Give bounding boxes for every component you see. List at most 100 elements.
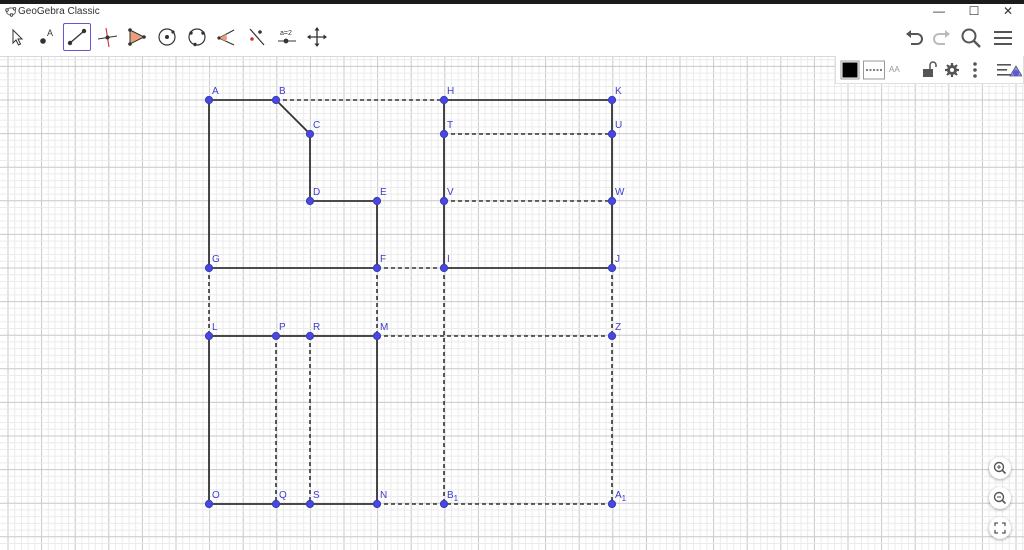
point-label-S: S — [313, 490, 320, 501]
circle-center-point-tool-icon — [158, 28, 176, 46]
point-label-Q: Q — [279, 490, 287, 501]
point-label-B_1: B1 — [447, 490, 459, 503]
point-label-T: T — [447, 120, 453, 131]
point-S[interactable] — [305, 499, 315, 509]
search-button[interactable] — [958, 25, 984, 51]
angle-tool-icon — [217, 29, 235, 46]
point-J[interactable] — [607, 263, 617, 273]
redo-button[interactable] — [928, 25, 954, 51]
point-label-E: E — [380, 187, 387, 198]
title-bar: GeoGebra Classic — ☐ ✕ — [0, 4, 1024, 20]
slider-tool[interactable]: a=2 — [273, 23, 301, 51]
point-B_1[interactable] — [439, 499, 449, 509]
point-W[interactable] — [607, 196, 617, 206]
graphics-canvas[interactable]: A B C D E F G H I J K L M N O P Q R S T U V W Z A1 B1 — [0, 57, 1024, 550]
slider-tool-label: a=2 — [280, 30, 292, 37]
lock-button[interactable] — [920, 60, 938, 80]
perpendicular-line-tool-icon — [97, 27, 118, 48]
point-G[interactable] — [204, 263, 214, 273]
angle-tool[interactable] — [213, 23, 241, 51]
polygon-tool[interactable] — [123, 23, 151, 51]
circle-center-point-tool[interactable] — [153, 23, 181, 51]
maximize-button[interactable]: ☐ — [959, 4, 989, 20]
point-label-J: J — [615, 254, 620, 265]
slider-tool-icon: a=2 — [278, 30, 296, 44]
point-B[interactable] — [271, 95, 281, 105]
point-label-P: P — [279, 322, 286, 333]
segment-tool-icon — [67, 28, 87, 46]
redo-icon — [933, 30, 950, 45]
point-Z[interactable] — [607, 331, 617, 341]
point-P[interactable] — [271, 331, 281, 341]
point-label-W: W — [615, 187, 625, 198]
point-R[interactable] — [305, 331, 315, 341]
undo-button[interactable] — [902, 25, 928, 51]
point-label-C: C — [313, 120, 320, 131]
zoom-in-icon — [993, 461, 1007, 475]
segment-BC — [275, 99, 311, 135]
main-menu-button[interactable] — [990, 25, 1016, 51]
fullscreen-button[interactable] — [989, 517, 1011, 539]
move-tool[interactable] — [3, 23, 31, 51]
zoom-out-icon — [993, 491, 1007, 505]
point-label-O: O — [212, 490, 220, 501]
minimize-button[interactable]: — — [924, 4, 954, 20]
point-label-R: R — [313, 322, 320, 333]
point-F[interactable] — [372, 263, 382, 273]
settings-button[interactable] — [943, 60, 961, 80]
point-N[interactable] — [372, 499, 382, 509]
color-swatch-icon — [840, 60, 860, 80]
point-label-V: V — [447, 187, 454, 198]
point-D[interactable] — [305, 196, 315, 206]
point-V[interactable] — [439, 196, 449, 206]
point-label-F: F — [380, 254, 386, 265]
point-label-K: K — [615, 86, 622, 97]
search-icon — [961, 28, 981, 48]
point-Q[interactable] — [271, 499, 281, 509]
circle-through-three-points-tool[interactable] — [183, 23, 211, 51]
point-tool[interactable]: A — [33, 23, 61, 51]
point-A_1[interactable] — [607, 499, 617, 509]
geogebra-logo-icon — [5, 7, 17, 17]
more-vert-icon — [973, 62, 977, 78]
close-button[interactable]: ✕ — [993, 4, 1023, 20]
text-size-button[interactable]: AA — [889, 60, 900, 80]
point-label-A: A — [212, 86, 219, 97]
menu-icon — [994, 31, 1012, 45]
point-T[interactable] — [439, 129, 449, 139]
segment-tool[interactable] — [63, 23, 91, 51]
graphics-view[interactable]: A B C D E F G H I J K L M N O P Q R S T U V W Z A1 B1 — [0, 57, 1024, 550]
line-style-icon — [863, 60, 885, 80]
fullscreen-icon — [994, 522, 1006, 534]
point-E[interactable] — [372, 196, 382, 206]
more-options-button[interactable] — [968, 60, 982, 80]
point-H[interactable] — [439, 95, 449, 105]
lock-icon — [923, 61, 937, 77]
move-graphics-view-tool[interactable] — [303, 23, 331, 51]
point-K[interactable] — [607, 95, 617, 105]
coordinate-grid — [0, 57, 1024, 550]
color-button[interactable] — [840, 60, 860, 80]
point-A[interactable] — [204, 95, 214, 105]
point-label-U: U — [615, 120, 622, 131]
toggle-stylebar-button[interactable] — [996, 60, 1022, 80]
point-label-D: D — [313, 187, 320, 198]
point-C[interactable] — [305, 129, 315, 139]
line-style-button[interactable] — [863, 60, 885, 80]
perpendicular-line-tool[interactable] — [93, 23, 121, 51]
point-label-Z: Z — [615, 322, 621, 333]
toolbar: A a=2 — [0, 20, 1024, 57]
zoom-out-button[interactable] — [989, 487, 1011, 509]
point-L[interactable] — [204, 331, 214, 341]
point-I[interactable] — [439, 263, 449, 273]
point-U[interactable] — [607, 129, 617, 139]
reflect-about-line-tool[interactable] — [243, 23, 271, 51]
point-M[interactable] — [372, 331, 382, 341]
zoom-in-button[interactable] — [989, 457, 1011, 479]
point-O[interactable] — [204, 499, 214, 509]
style-bar: AA — [835, 56, 1024, 84]
point-tool-icon: A — [40, 28, 53, 44]
toggle-stylebar-icon — [997, 64, 1022, 77]
point-label-G: G — [212, 254, 220, 265]
reflect-about-line-tool-icon — [249, 28, 265, 46]
